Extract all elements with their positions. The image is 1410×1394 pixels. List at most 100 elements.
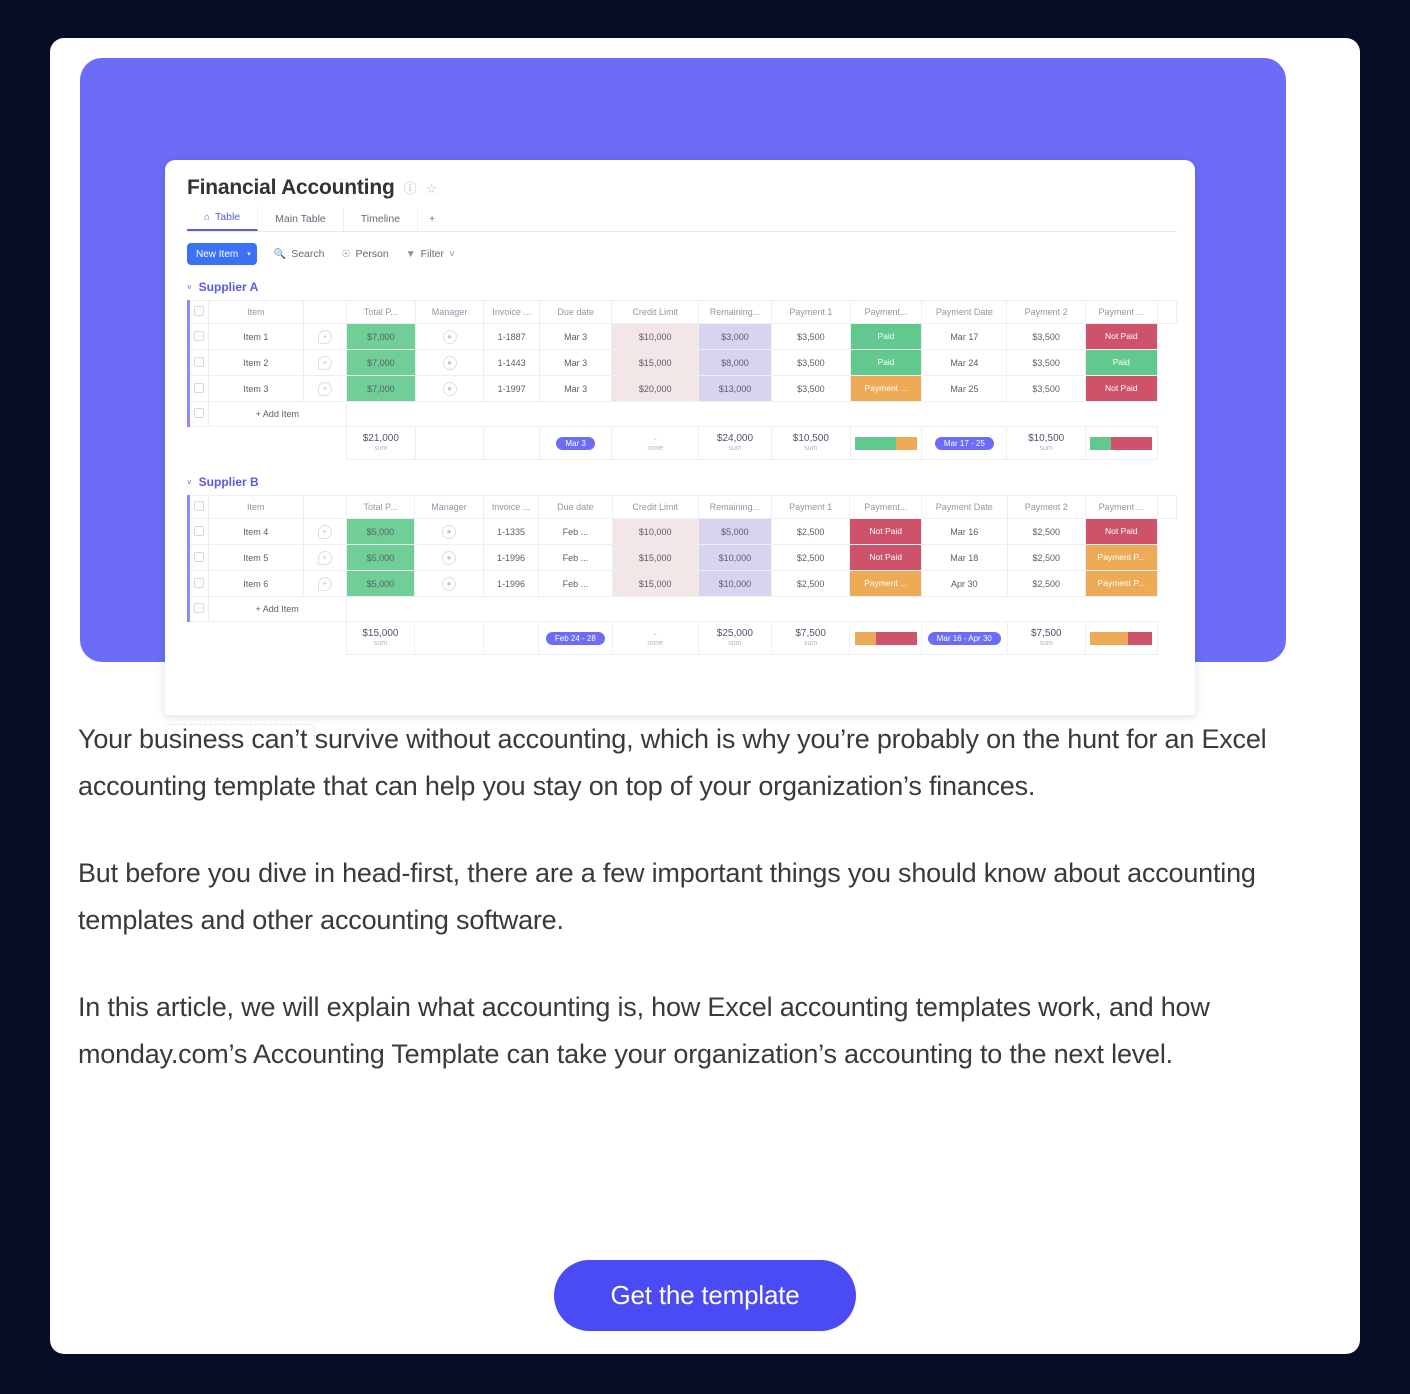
avatar[interactable]: ● bbox=[442, 381, 457, 396]
cell-due-date[interactable]: Feb ... bbox=[538, 570, 613, 597]
group-header-supplier-a[interactable]: ˅ Supplier A bbox=[187, 280, 1177, 294]
cell-payment-1[interactable]: $3,500 bbox=[771, 349, 851, 376]
info-icon[interactable]: ⓘ bbox=[404, 182, 417, 195]
col-item[interactable]: Item bbox=[207, 300, 305, 324]
cell-remaining[interactable]: $10,000 bbox=[697, 570, 772, 597]
cell-status-1[interactable]: Payment ... bbox=[849, 570, 923, 597]
status-badge[interactable]: Not Paid bbox=[850, 519, 921, 544]
cell-total[interactable]: $5,000 bbox=[345, 570, 416, 597]
status-badge[interactable]: Payment P... bbox=[1086, 571, 1157, 596]
cell-total[interactable]: $5,000 bbox=[345, 518, 416, 545]
conversation-icon[interactable]: + bbox=[317, 550, 332, 565]
cell-status-1[interactable]: Not Paid bbox=[849, 518, 923, 545]
cell-manager[interactable]: ● bbox=[414, 570, 484, 597]
cell-item[interactable]: Item 4 bbox=[207, 518, 304, 545]
row-checkbox-cell[interactable] bbox=[187, 570, 209, 597]
col-payment-1[interactable]: Payment 1 bbox=[770, 495, 851, 519]
cell-item[interactable]: Item 2 bbox=[207, 349, 305, 376]
status-badge[interactable]: Not Paid bbox=[1086, 376, 1157, 401]
select-all-checkbox-cell[interactable] bbox=[187, 495, 209, 519]
add-item-button[interactable]: + Add Item bbox=[207, 596, 347, 622]
cell-payment-1[interactable]: $2,500 bbox=[770, 544, 851, 571]
cell-item[interactable]: Item 5 bbox=[207, 544, 304, 571]
star-icon[interactable]: ☆ bbox=[426, 182, 438, 195]
cell-remaining[interactable]: $13,000 bbox=[697, 375, 773, 402]
cell-payment-date[interactable]: Mar 18 bbox=[921, 544, 1008, 571]
avatar[interactable]: ● bbox=[442, 524, 457, 539]
cell-item[interactable]: Item 3 bbox=[207, 375, 305, 402]
col-remaining[interactable]: Remaining... bbox=[697, 495, 772, 519]
cell-status-1[interactable]: Paid bbox=[849, 349, 923, 376]
col-remaining[interactable]: Remaining... bbox=[697, 300, 773, 324]
cell-payment-date[interactable]: Mar 25 bbox=[921, 375, 1008, 402]
cell-item[interactable]: Item 1 bbox=[207, 323, 305, 350]
cell-manager[interactable]: ● bbox=[414, 518, 484, 545]
cell-credit-limit[interactable]: $10,000 bbox=[611, 518, 699, 545]
avatar[interactable]: ● bbox=[442, 329, 457, 344]
status-badge[interactable]: Not Paid bbox=[1086, 324, 1157, 349]
cell-item[interactable]: Item 6 bbox=[207, 570, 304, 597]
cell-due-date[interactable]: Feb ... bbox=[538, 544, 613, 571]
cell-status-2[interactable]: Not Paid bbox=[1084, 375, 1158, 402]
cell-due-date[interactable]: Feb ... bbox=[538, 518, 613, 545]
cell-total[interactable]: $5,000 bbox=[345, 544, 416, 571]
conversation-icon[interactable]: + bbox=[317, 576, 332, 591]
status-badge[interactable]: Not Paid bbox=[850, 545, 921, 570]
cell-invoice[interactable]: 1-1996 bbox=[482, 570, 540, 597]
cell-status-1[interactable]: Payment ... bbox=[849, 375, 923, 402]
cell-total[interactable]: $7,000 bbox=[345, 323, 416, 350]
table-row[interactable]: Item 5 + $5,000 ● 1-1996 Feb ... $15,000… bbox=[187, 544, 1177, 571]
col-credit-limit[interactable]: Credit Limit bbox=[611, 300, 699, 324]
col-payment-1[interactable]: Payment 1 bbox=[771, 300, 851, 324]
row-checkbox-cell[interactable] bbox=[187, 349, 209, 376]
cell-payment-1[interactable]: $3,500 bbox=[771, 375, 851, 402]
search-button[interactable]: 🔍 Search bbox=[274, 248, 325, 260]
cell-invoice[interactable]: 1-1996 bbox=[482, 544, 540, 571]
cell-manager[interactable]: ● bbox=[414, 323, 485, 350]
col-invoice[interactable]: Invoice ... bbox=[482, 495, 540, 519]
cell-status-2[interactable]: Payment P... bbox=[1085, 544, 1158, 571]
checkbox-icon[interactable] bbox=[193, 306, 204, 316]
col-due-date[interactable]: Due date bbox=[538, 495, 613, 519]
cell-status-2[interactable]: Not Paid bbox=[1084, 323, 1158, 350]
cell-payment-1[interactable]: $3,500 bbox=[771, 323, 851, 350]
checkbox-icon[interactable] bbox=[193, 330, 204, 341]
checkbox-icon[interactable] bbox=[193, 525, 204, 536]
conversation-icon[interactable]: + bbox=[317, 329, 332, 344]
row-checkbox-cell[interactable] bbox=[187, 544, 209, 571]
cell-credit-limit[interactable]: $10,000 bbox=[611, 323, 699, 350]
checkbox-icon[interactable] bbox=[193, 577, 204, 588]
col-manager[interactable]: Manager bbox=[414, 495, 484, 519]
tab-main-table[interactable]: Main Table bbox=[258, 209, 344, 231]
cell-payment-2[interactable]: $2,500 bbox=[1006, 518, 1087, 545]
cell-updates[interactable]: + bbox=[302, 544, 347, 571]
cell-payment-2[interactable]: $2,500 bbox=[1006, 570, 1087, 597]
status-badge[interactable]: Paid bbox=[851, 324, 921, 349]
table-row[interactable]: Item 3 + $7,000 ● 1-1997 Mar 3 $20,000 $… bbox=[187, 375, 1177, 402]
cell-credit-limit[interactable]: $15,000 bbox=[611, 544, 699, 571]
col-payment-status-2[interactable]: Payment ... bbox=[1085, 495, 1158, 519]
tab-timeline[interactable]: Timeline bbox=[344, 209, 419, 231]
cell-payment-date[interactable]: Mar 16 bbox=[921, 518, 1008, 545]
cell-payment-date[interactable]: Apr 30 bbox=[921, 570, 1008, 597]
cell-invoice[interactable]: 1-1997 bbox=[483, 375, 540, 402]
group-header-supplier-b[interactable]: ˅ Supplier B bbox=[187, 475, 1177, 489]
cell-due-date[interactable]: Mar 3 bbox=[538, 375, 613, 402]
col-payment-2[interactable]: Payment 2 bbox=[1006, 495, 1087, 519]
new-item-button[interactable]: New Item ▾ bbox=[187, 243, 257, 265]
cell-total[interactable]: $7,000 bbox=[345, 349, 416, 376]
col-credit-limit[interactable]: Credit Limit bbox=[611, 495, 699, 519]
checkbox-icon[interactable] bbox=[193, 501, 204, 511]
col-payment-status-1[interactable]: Payment... bbox=[849, 495, 923, 519]
tab-add-view[interactable]: + bbox=[418, 209, 446, 231]
cell-updates[interactable]: + bbox=[302, 570, 347, 597]
add-item-row[interactable]: + Add Item bbox=[187, 596, 1177, 622]
cell-updates[interactable]: + bbox=[303, 375, 347, 402]
status-badge[interactable]: Not Paid bbox=[1086, 519, 1157, 544]
col-payment-date[interactable]: Payment Date bbox=[921, 495, 1008, 519]
checkbox-icon[interactable] bbox=[193, 382, 204, 393]
cell-status-1[interactable]: Not Paid bbox=[849, 544, 923, 571]
col-payment-2[interactable]: Payment 2 bbox=[1006, 300, 1086, 324]
row-checkbox-cell[interactable] bbox=[187, 375, 209, 402]
cell-updates[interactable]: + bbox=[303, 323, 347, 350]
